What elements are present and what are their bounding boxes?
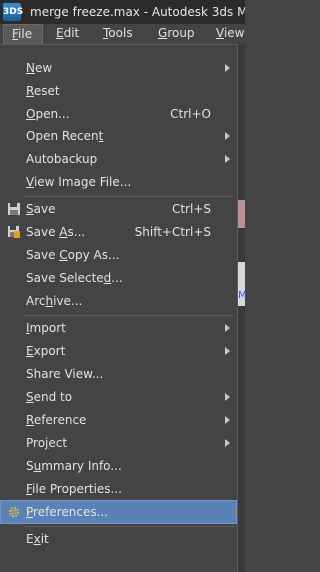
menu-item-label: Save Copy As... xyxy=(26,248,120,262)
menu-item-label: Open Recent xyxy=(26,129,104,143)
submenu-arrow-icon xyxy=(225,416,230,424)
menu-item-save-copy-as[interactable]: Save Copy As... xyxy=(1,244,236,266)
submenu-arrow-icon xyxy=(225,132,230,140)
menu-item-label: Project xyxy=(26,436,68,450)
menu-item-file-properties[interactable]: File Properties... xyxy=(1,478,236,500)
menu-separator xyxy=(24,526,234,527)
viewport-panel: M xyxy=(238,262,247,306)
menu-item-label: Archive... xyxy=(26,294,83,308)
menu-edit[interactable]: Edit xyxy=(56,24,79,44)
menu-item-project[interactable]: Project xyxy=(1,432,236,454)
menu-item-summary-info[interactable]: Summary Info... xyxy=(1,455,236,477)
menu-item-save-selected[interactable]: Save Selected... xyxy=(1,267,236,289)
menu-item-label: Share View... xyxy=(26,367,104,381)
menu-item-share-view[interactable]: Share View... xyxy=(1,363,236,385)
save-icon xyxy=(8,203,20,215)
menu-item-label: Save Selected... xyxy=(26,271,123,285)
submenu-arrow-icon xyxy=(225,155,230,163)
menu-item-label: Save As... xyxy=(26,225,86,239)
menu-item-label: Import xyxy=(26,321,66,335)
menu-item-label: Summary Info... xyxy=(26,459,122,473)
gear-icon xyxy=(8,506,20,518)
menu-tools[interactable]: Tools xyxy=(103,24,133,44)
menu-item-label: Exit xyxy=(26,532,49,546)
menu-item-preferences[interactable]: Preferences... xyxy=(0,500,237,524)
viewport-background xyxy=(238,44,245,572)
menu-item-label: Reference xyxy=(26,413,87,427)
app-icon[interactable]: 3DS xyxy=(3,3,23,21)
save-as-icon xyxy=(8,226,20,238)
menu-item-open-recent[interactable]: Open Recent xyxy=(1,125,236,147)
menu-item-autobackup[interactable]: Autobackup xyxy=(1,148,236,170)
menu-item-reference[interactable]: Reference xyxy=(1,409,236,431)
menu-item-archive[interactable]: Archive... xyxy=(1,290,236,312)
menu-item-save-as[interactable]: Save As... Shift+Ctrl+S xyxy=(1,221,236,243)
menu-group[interactable]: Group xyxy=(158,24,195,44)
menu-item-label: Open... xyxy=(26,107,70,121)
menu-item-new[interactable]: New xyxy=(1,57,236,79)
menu-item-label: Autobackup xyxy=(26,152,98,166)
submenu-arrow-icon xyxy=(225,64,230,72)
menu-item-export[interactable]: Export xyxy=(1,340,236,362)
menu-item-label: Export xyxy=(26,344,66,358)
menu-item-open[interactable]: Open... Ctrl+O xyxy=(1,103,236,125)
file-menu-dropdown: New Reset Open... Ctrl+O Open Recent Aut… xyxy=(0,44,238,572)
menu-separator xyxy=(24,315,234,316)
menu-file[interactable]: File xyxy=(3,24,43,44)
menu-item-label: Preferences... xyxy=(26,505,109,519)
submenu-arrow-icon xyxy=(225,393,230,401)
submenu-arrow-icon xyxy=(225,347,230,355)
menu-item-label: Save xyxy=(26,202,56,216)
viewport-strip xyxy=(238,200,245,228)
menu-bar: File Edit Tools Group Views xyxy=(0,24,245,44)
menu-item-label: View Image File... xyxy=(26,175,132,189)
title-bar: 3DS merge freeze.max - Autodesk 3ds Max … xyxy=(0,0,245,24)
menu-item-label: New xyxy=(26,61,53,75)
menu-item-view-image-file[interactable]: View Image File... xyxy=(1,171,236,193)
menu-item-import[interactable]: Import xyxy=(1,317,236,339)
menu-item-exit[interactable]: Exit xyxy=(1,528,236,550)
menu-item-label: Reset xyxy=(26,84,60,98)
menu-item-reset[interactable]: Reset xyxy=(1,80,236,102)
submenu-arrow-icon xyxy=(225,324,230,332)
menu-views[interactable]: Views xyxy=(216,24,245,44)
window-title: merge freeze.max - Autodesk 3ds Max 2024 xyxy=(30,5,245,19)
menu-item-send-to[interactable]: Send to xyxy=(1,386,236,408)
menu-item-label: Send to xyxy=(26,390,73,404)
shortcut-text: Shift+Ctrl+S xyxy=(134,225,211,239)
menu-item-save[interactable]: Save Ctrl+S xyxy=(1,198,236,220)
menu-item-label: File Properties... xyxy=(26,482,122,496)
shortcut-text: Ctrl+O xyxy=(170,107,211,121)
shortcut-text: Ctrl+S xyxy=(171,202,211,216)
menu-separator xyxy=(24,196,234,197)
submenu-arrow-icon xyxy=(225,439,230,447)
viewport-partial-text: M xyxy=(238,290,247,301)
